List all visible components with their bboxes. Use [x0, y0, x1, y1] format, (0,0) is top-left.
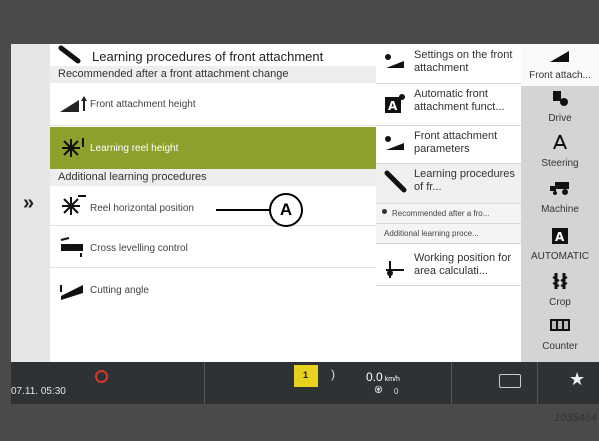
tab-machine[interactable]: Machine [521, 174, 599, 220]
section-label: Additional learning procedures [58, 171, 207, 183]
section-additional: Additional learning procedures [50, 169, 376, 186]
cutting-angle-icon [60, 285, 83, 300]
speed-readout: 0.0 km/h [366, 370, 400, 384]
section-label: Recommended after a front attachment cha… [58, 68, 289, 80]
bullet-icon [382, 209, 387, 214]
reel-height-icon [62, 138, 84, 157]
menu-label: Learning procedures of fr... [414, 168, 515, 193]
menu-item-working-position[interactable]: Working position for area calculati... [376, 244, 521, 286]
panel-header: Learning procedures of front attachment [50, 44, 376, 66]
reel-horizontal-icon [62, 195, 86, 215]
automatic-icon: A [552, 228, 568, 244]
submenu-label: Recommended after a fro... [392, 209, 490, 218]
svg-text:A: A [555, 230, 565, 244]
menu-label: Front attachment parameters [414, 130, 498, 155]
tab-counter[interactable]: Counter [521, 311, 599, 362]
attachment-icon [385, 136, 404, 150]
callout-leader-line [216, 209, 270, 211]
tab-label: Crop [549, 297, 571, 308]
menu-item-automatic-functions[interactable]: A Automatic front attachment funct... [376, 84, 521, 126]
menu-label: Working position for area calculati... [414, 252, 512, 277]
tab-label: Counter [542, 341, 578, 352]
page-title: Learning procedures of front attachment [92, 49, 324, 64]
bracket-icon: ) [331, 367, 335, 381]
tab-label: Steering [541, 158, 579, 169]
front-attachment-menu: Settings on the front attachment A Autom… [376, 44, 521, 362]
category-tabs: Front attach... Drive Steering Machine A [521, 44, 599, 362]
speed-value: 0.0 [366, 370, 383, 384]
tab-drive[interactable]: Drive [521, 86, 599, 130]
section-recommended: Recommended after a front attachment cha… [50, 66, 376, 83]
menu-item-parameters[interactable]: Front attachment parameters [376, 126, 521, 164]
counter-icon [550, 319, 570, 331]
item-label: Learning reel height [90, 143, 179, 154]
expand-chevron-icon[interactable]: » [23, 192, 34, 215]
item-label: Reel horizontal position [90, 203, 194, 214]
drive-icon [553, 91, 568, 106]
cross-levelling-icon [60, 237, 83, 257]
status-bar: 07.11. 05:30 1 ) 0.0 km/h ♼ 0 ★ [11, 362, 599, 404]
keyboard-icon[interactable] [499, 374, 521, 388]
item-label: Front attachment height [90, 99, 196, 110]
callout-marker: A [269, 193, 303, 227]
tab-label: Drive [548, 113, 572, 124]
front-attachment-icon [550, 51, 569, 62]
terminal-screen: » Learning procedures of front attachmen… [11, 44, 599, 404]
steering-icon [553, 134, 567, 150]
menu-item-settings[interactable]: Settings on the front attachment [376, 44, 521, 84]
rpm-value: 0 [394, 387, 399, 396]
submenu-label: Additional learning proce... [384, 229, 479, 238]
crop-icon [552, 273, 568, 289]
tab-label: Front attach... [529, 70, 591, 81]
submenu-recommended[interactable]: Recommended after a fro... [376, 204, 521, 224]
item-label: Cross levelling control [90, 243, 188, 254]
attachment-height-icon [60, 96, 87, 112]
divider [451, 362, 452, 404]
menu-label: Automatic front attachment funct... [414, 88, 505, 113]
divider [204, 362, 205, 404]
gear-value: 1 [303, 370, 309, 380]
working-position-icon [386, 261, 404, 278]
divider [537, 362, 538, 404]
rpm-icon: ♼ [374, 385, 383, 396]
warning-icon [95, 370, 108, 383]
list-item-cutting-angle[interactable]: Cutting angle [50, 268, 376, 310]
left-nav-strip: » [11, 44, 50, 362]
tab-front-attachment[interactable]: Front attach... [521, 44, 599, 86]
learning-procedures-panel: Learning procedures of front attachment … [50, 44, 376, 362]
auto-icon: A [385, 94, 405, 113]
submenu-additional[interactable]: Additional learning proce... [376, 224, 521, 244]
machine-icon [550, 182, 569, 195]
list-item-reel-horizontal-position[interactable]: Reel horizontal position [50, 186, 376, 226]
tab-label: Machine [541, 204, 579, 215]
reel-icon [58, 45, 81, 64]
gear-indicator-icon: 1 [294, 365, 318, 387]
attachment-icon [385, 54, 404, 68]
favorite-star-icon[interactable]: ★ [569, 369, 585, 390]
reel-icon [384, 170, 407, 193]
list-item-cross-levelling-control[interactable]: Cross levelling control [50, 226, 376, 268]
tab-crop[interactable]: Crop [521, 265, 599, 311]
tab-steering[interactable]: Steering [521, 130, 599, 174]
menu-label: Settings on the front attachment [414, 49, 513, 74]
svg-text:A: A [388, 99, 398, 113]
menu-item-learning-procedures[interactable]: Learning procedures of fr... [376, 164, 521, 204]
figure-id: 1035464 [554, 412, 597, 424]
list-item-learning-reel-height[interactable]: Learning reel height [50, 127, 376, 169]
tab-automatic[interactable]: A AUTOMATIC [521, 220, 599, 265]
speed-unit: km/h [384, 376, 400, 383]
clock-readout: 07.11. 05:30 [11, 386, 66, 397]
item-label: Cutting angle [90, 285, 149, 296]
tab-label: AUTOMATIC [531, 251, 589, 262]
list-item-front-attachment-height[interactable]: Front attachment height [50, 83, 376, 126]
